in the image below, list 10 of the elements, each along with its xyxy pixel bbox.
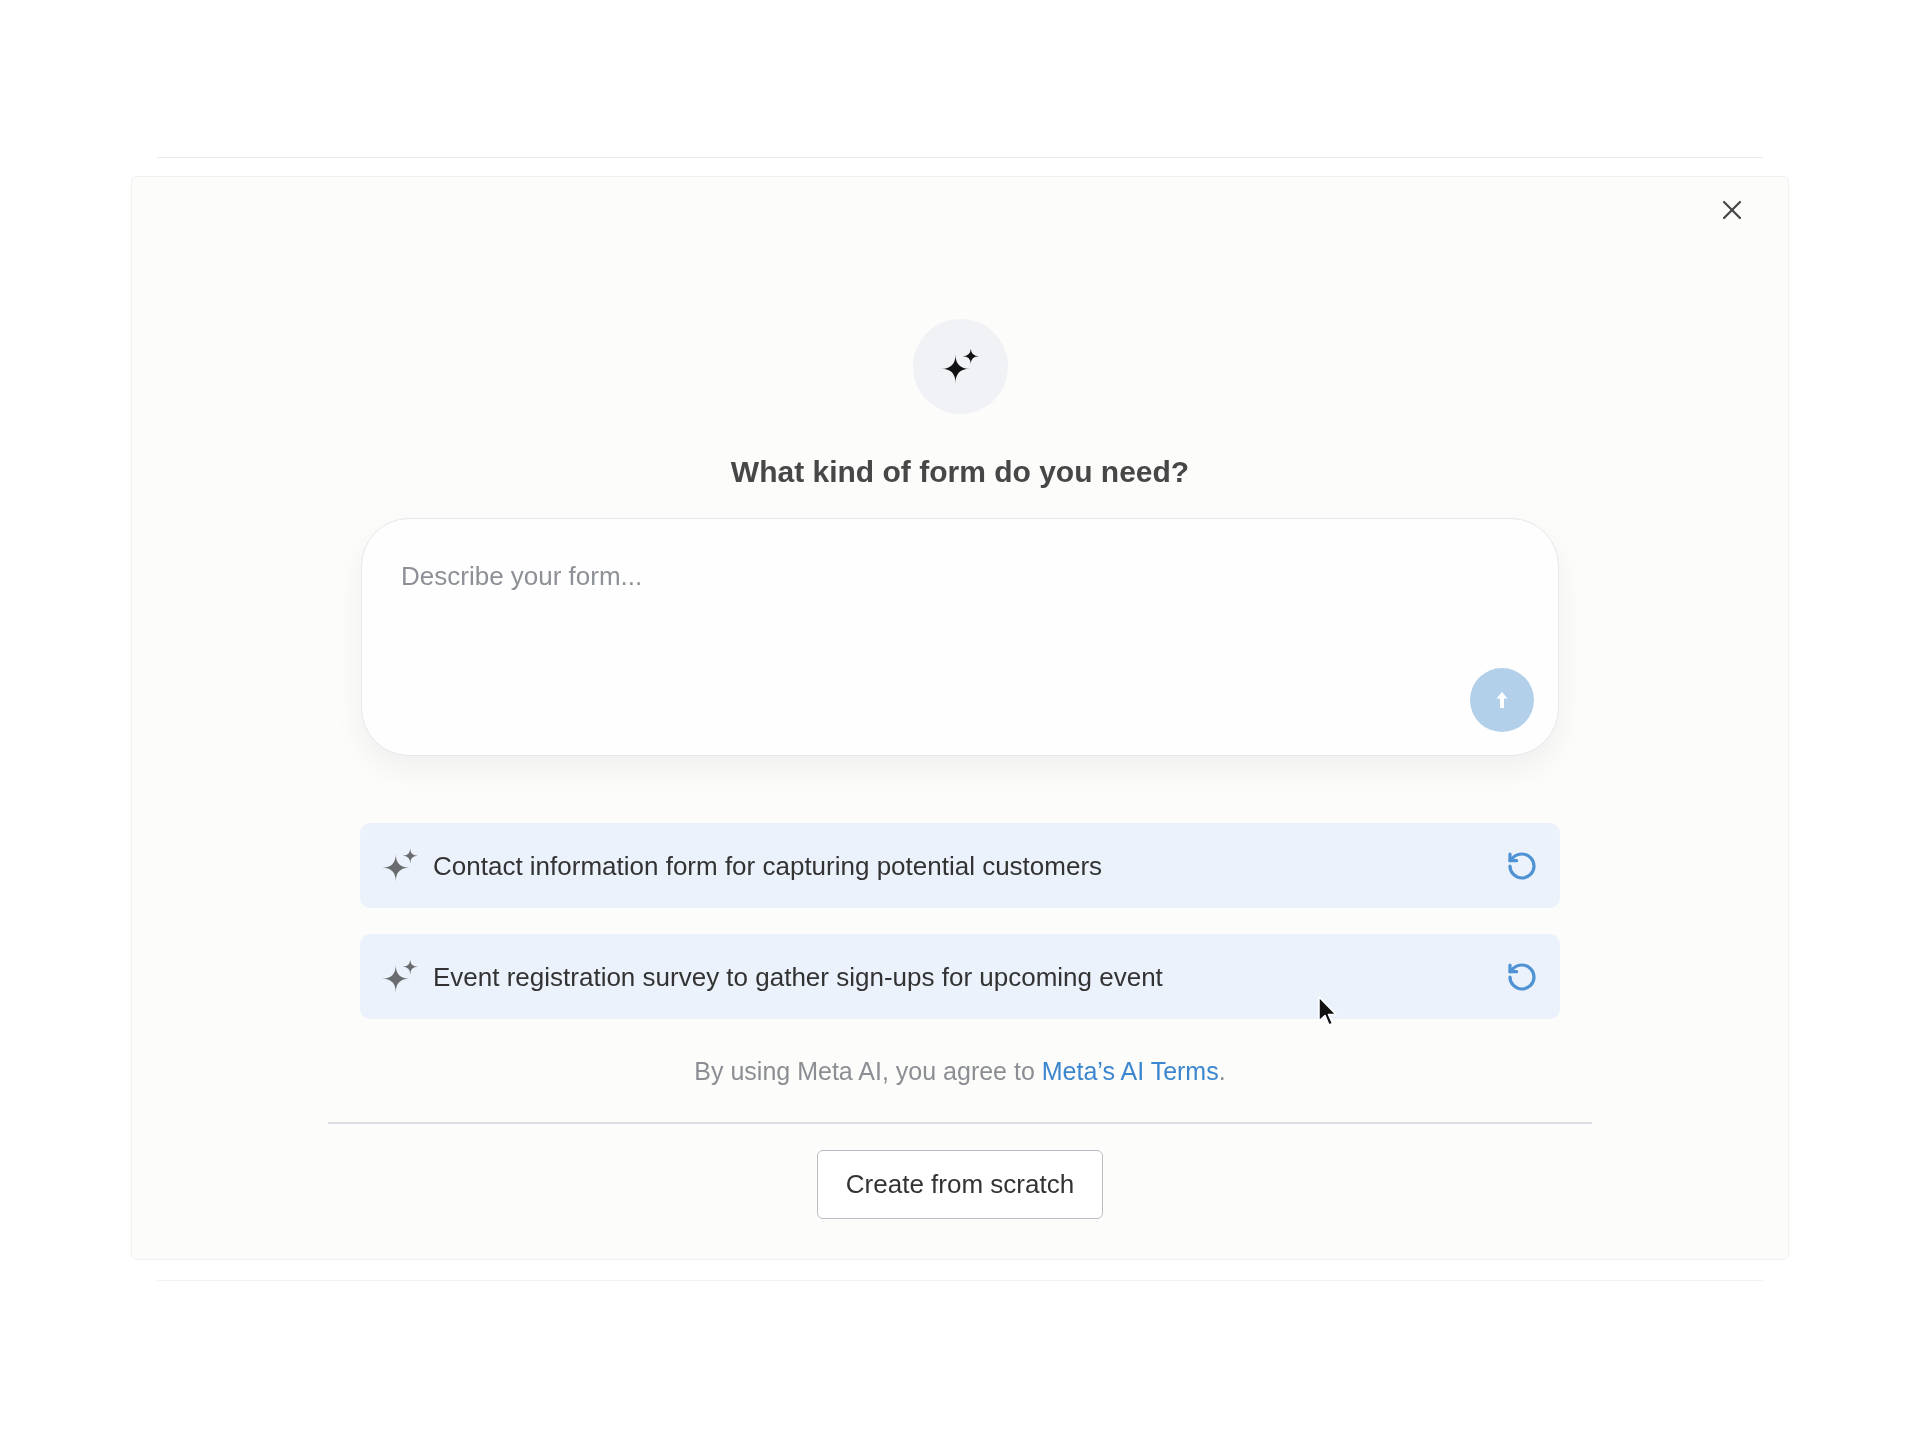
terms-link[interactable]: Meta’s AI Terms xyxy=(1041,1057,1219,1085)
refresh-icon xyxy=(1506,960,1538,993)
create-from-scratch-button[interactable]: Create from scratch xyxy=(817,1150,1103,1219)
dialog-heading: What kind of form do you need? xyxy=(730,454,1190,490)
arrow-up-icon xyxy=(1495,691,1509,709)
prompt-field[interactable]: Describe your form... xyxy=(361,518,1559,756)
refresh-icon xyxy=(1506,849,1538,882)
suggestion-button[interactable]: Contact information form for capturing potential customers xyxy=(360,823,1560,908)
suggestion-button[interactable]: Event registration survey to gather sign-ups for upcoming event xyxy=(360,934,1560,1019)
terms-notice: By using Meta AI, you agree to Meta’s AI Terms. xyxy=(694,1056,1226,1087)
